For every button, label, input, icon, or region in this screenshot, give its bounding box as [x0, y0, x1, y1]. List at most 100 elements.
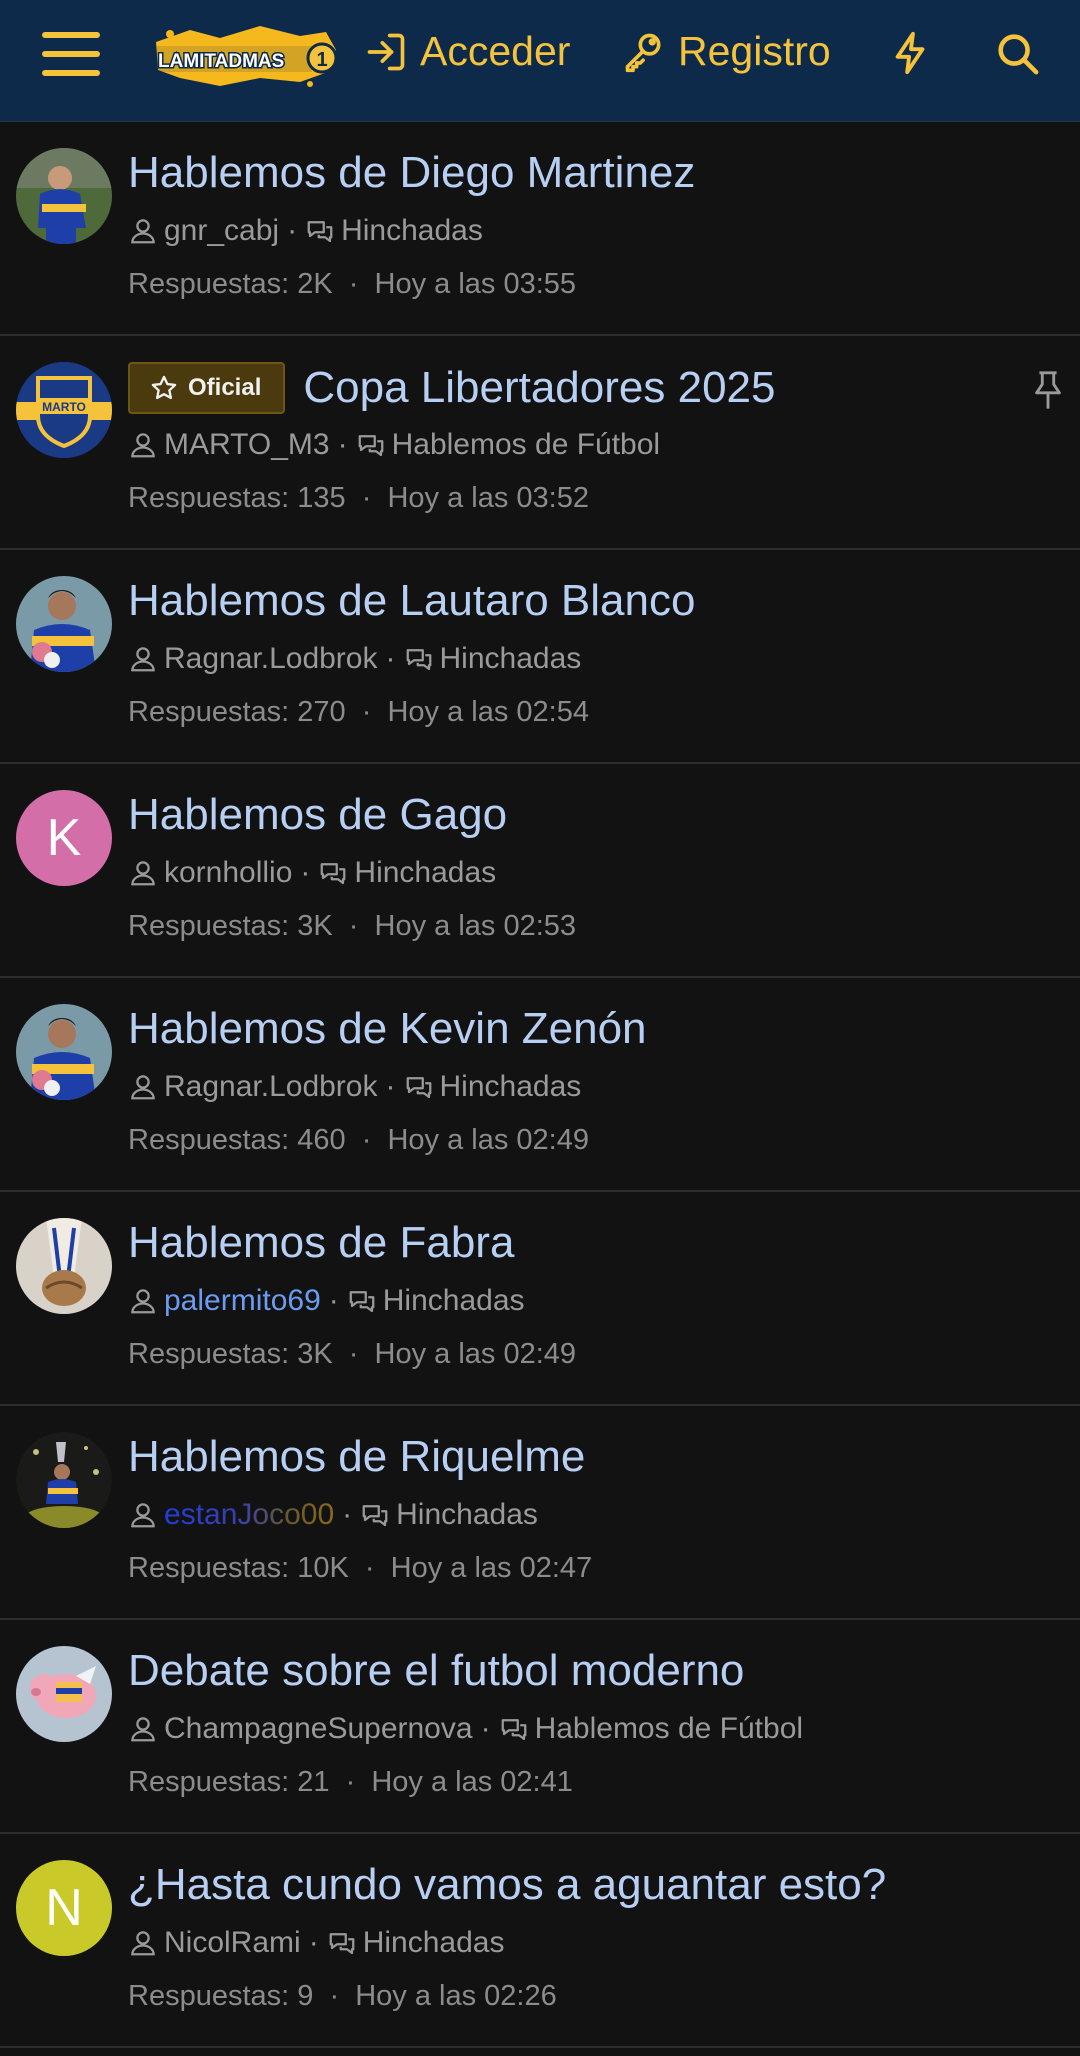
thread-title[interactable]: Oficial Copa Libertadores 2025 — [128, 362, 775, 414]
login-link[interactable]: Acceder — [364, 28, 570, 75]
thread-author[interactable]: palermito69 — [164, 1284, 321, 1318]
thread-forum[interactable]: Hinchadas — [396, 1498, 538, 1532]
thread-item[interactable]: Hablemos de Kevin Zenón Ragnar.Lodbrok ·… — [0, 978, 1080, 1192]
comments-icon — [501, 1719, 526, 1741]
thread-author[interactable]: Ragnar.Lodbrok — [164, 642, 378, 676]
separator: · — [308, 1926, 319, 1959]
search-icon[interactable] — [994, 30, 1040, 76]
last-post-time[interactable]: Hoy a las 02:47 — [391, 1552, 593, 1584]
thread-forum[interactable]: Hablemos de Fútbol — [535, 1712, 803, 1746]
thread-item[interactable]: Debate sobre el futbol moderno Champagne… — [0, 1620, 1080, 1834]
pin-icon — [1035, 371, 1061, 409]
last-post-time[interactable]: Hoy a las 02:26 — [355, 1980, 557, 2012]
thread-stats: Respuestas: 135 · Hoy a las 03:52 — [128, 482, 589, 515]
star-icon — [151, 375, 177, 400]
avatar[interactable]: MARTO — [16, 362, 112, 458]
register-link[interactable]: Registro — [622, 28, 831, 75]
separator: · — [385, 1070, 396, 1103]
thread-title[interactable]: Hablemos de Gago — [128, 790, 507, 840]
thread-forum[interactable]: Hinchadas — [354, 856, 496, 890]
menu-icon[interactable] — [42, 32, 100, 82]
thread-title[interactable]: ¿Hasta cundo vamos a aguantar esto? — [128, 1860, 886, 1910]
avatar[interactable]: K — [16, 790, 112, 886]
site-logo[interactable]: LAMITADMAS 1 — [150, 20, 340, 92]
separator: · — [342, 1498, 353, 1531]
last-post-time[interactable]: Hoy a las 03:55 — [375, 268, 577, 300]
thread-author[interactable]: estanJoco00 — [164, 1498, 334, 1532]
official-badge[interactable]: Oficial — [128, 362, 286, 414]
thread-forum[interactable]: Hinchadas — [383, 1284, 525, 1318]
thread-forum[interactable]: Hinchadas — [440, 642, 582, 676]
thread-meta: estanJoco00 · Hinchadas — [128, 1498, 538, 1532]
thread-forum[interactable]: Hinchadas — [341, 214, 483, 248]
thread-item[interactable]: Hablemos de Riquelme estanJoco00 · Hinch… — [0, 1406, 1080, 1620]
thread-stats: Respuestas: 9 · Hoy a las 02:26 — [128, 1980, 557, 2013]
sign-in-icon — [367, 33, 405, 70]
bolt-icon[interactable] — [888, 30, 934, 76]
avatar[interactable] — [16, 1004, 112, 1100]
thread-title[interactable]: Hablemos de Fabra — [128, 1218, 514, 1268]
reply-count: Respuestas: 10K — [128, 1552, 349, 1584]
reply-count: Respuestas: 270 — [128, 696, 346, 728]
thread-forum[interactable]: Hinchadas — [440, 1070, 582, 1104]
separator: · — [348, 1338, 359, 1370]
avatar[interactable] — [16, 1432, 112, 1528]
last-post-time[interactable]: Hoy a las 02:53 — [375, 910, 577, 942]
thread-author[interactable]: kornhollio — [164, 856, 292, 890]
thread-item[interactable]: Hablemos de Lautaro Blanco Ragnar.Lodbro… — [0, 550, 1080, 764]
thread-item[interactable]: K Hablemos de Gago kornhollio · Hinchada… — [0, 764, 1080, 978]
comments-icon — [321, 863, 346, 885]
reply-count: Respuestas: 9 — [128, 1980, 314, 2012]
thread-meta: NicolRami · Hinchadas — [128, 1926, 504, 1960]
thread-title[interactable]: Hablemos de Diego Martinez — [128, 148, 695, 198]
thread-title[interactable]: Debate sobre el futbol moderno — [128, 1646, 744, 1696]
separator: · — [337, 428, 348, 461]
thread-stats: Respuestas: 3K · Hoy a las 02:49 — [128, 1338, 576, 1371]
thread-meta: gnr_cabj · Hinchadas — [128, 214, 483, 248]
last-post-time[interactable]: Hoy a las 02:54 — [387, 696, 589, 728]
thread-forum[interactable]: Hinchadas — [363, 1926, 505, 1960]
thread-author[interactable]: MARTO_M3 — [164, 428, 330, 462]
comments-icon — [307, 221, 333, 243]
thread-forum[interactable]: Hablemos de Fútbol — [392, 428, 660, 462]
separator: · — [361, 696, 372, 728]
thread-title[interactable]: Hablemos de Lautaro Blanco — [128, 576, 695, 626]
thread-author[interactable]: ChampagneSupernova — [164, 1712, 473, 1746]
last-post-time[interactable]: Hoy a las 02:41 — [371, 1766, 573, 1798]
avatar[interactable] — [16, 148, 112, 244]
thread-stats: Respuestas: 10K · Hoy a las 02:47 — [128, 1552, 592, 1585]
thread-item[interactable]: N ¿Hasta cundo vamos a aguantar esto? Ni… — [0, 1834, 1080, 2048]
last-post-time[interactable]: Hoy a las 02:49 — [387, 1124, 589, 1156]
avatar[interactable]: N — [16, 1860, 112, 1956]
thread-author[interactable]: NicolRami — [164, 1926, 301, 1960]
user-icon — [131, 861, 155, 886]
avatar[interactable] — [16, 1218, 112, 1314]
thread-item[interactable]: MARTO Oficial Copa Libertadores 2025 MAR… — [0, 336, 1080, 550]
badge-label: Oficial — [188, 374, 262, 401]
separator: · — [328, 1284, 339, 1317]
comments-icon — [406, 1077, 431, 1099]
thread-title[interactable]: Hablemos de Kevin Zenón — [128, 1004, 647, 1054]
avatar[interactable] — [16, 1646, 112, 1742]
thread-item[interactable]: Hablemos de Fabra palermito69 · Hinchada… — [0, 1192, 1080, 1406]
separator: · — [361, 1124, 372, 1156]
thread-meta: MARTO_M3 · Hablemos de Fútbol — [128, 428, 660, 462]
avatar-letter: N — [45, 1879, 83, 1937]
separator: · — [348, 268, 359, 300]
thread-author[interactable]: Ragnar.Lodbrok — [164, 1070, 378, 1104]
user-icon — [131, 1931, 155, 1956]
last-post-time[interactable]: Hoy a las 03:52 — [387, 482, 589, 514]
separator: · — [300, 856, 311, 889]
reply-count: Respuestas: 460 — [128, 1124, 346, 1156]
thread-author[interactable]: gnr_cabj — [164, 214, 279, 248]
user-icon — [131, 1717, 155, 1742]
avatar[interactable] — [16, 576, 112, 672]
thread-item[interactable]: Hablemos de Diego Martinez gnr_cabj · Hi… — [0, 122, 1080, 336]
thread-stats: Respuestas: 21 · Hoy a las 02:41 — [128, 1766, 573, 1799]
thread-title[interactable]: Hablemos de Riquelme — [128, 1432, 585, 1482]
reply-count: Respuestas: 21 — [128, 1766, 330, 1798]
thread-meta: Ragnar.Lodbrok · Hinchadas — [128, 1070, 581, 1104]
last-post-time[interactable]: Hoy a las 02:49 — [375, 1338, 577, 1370]
separator: · — [329, 1980, 340, 2012]
user-icon — [131, 1503, 155, 1528]
